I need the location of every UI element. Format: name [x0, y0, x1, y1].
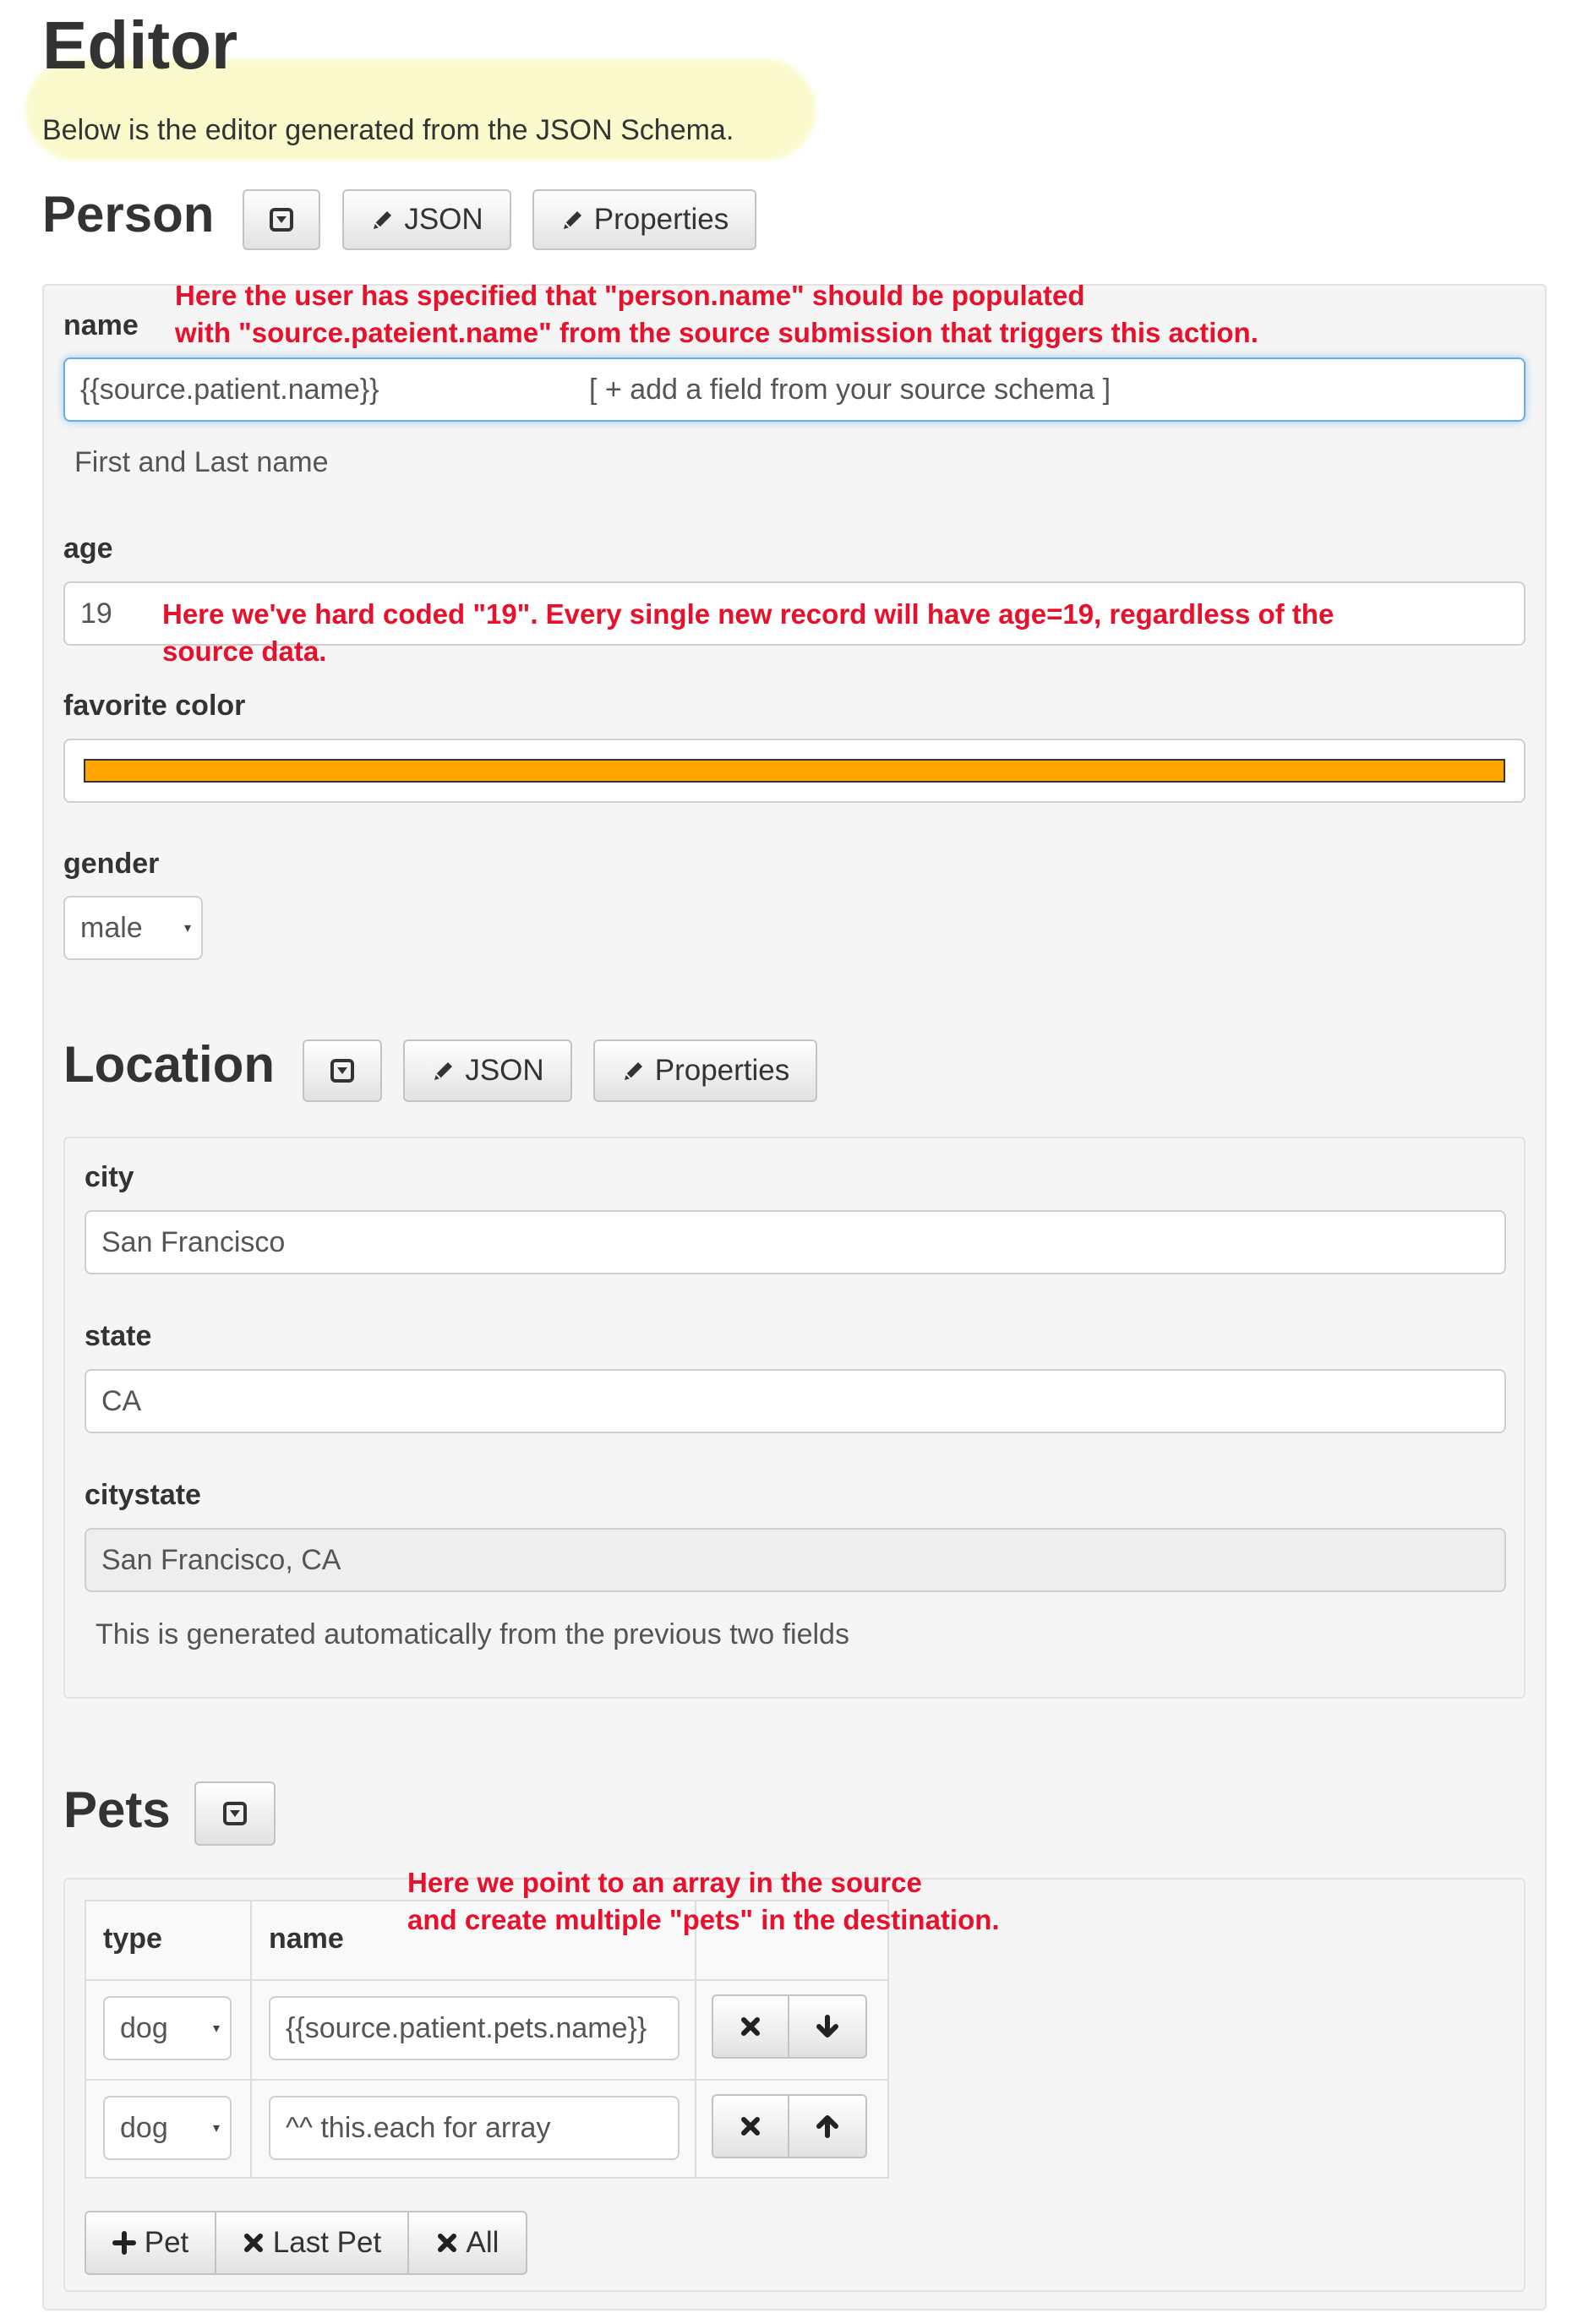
annotation-line: Here we point to an array in the source	[407, 1867, 922, 1898]
gender-value: male	[80, 911, 143, 944]
table-col-divider	[250, 1900, 252, 2179]
pet-type-value: dog	[120, 2111, 168, 2144]
gender-label: gender	[63, 848, 160, 880]
delete-last-pet-label: Last Pet	[272, 2226, 382, 2259]
annotation-line: Here we've hard coded "19". Every single…	[162, 598, 1335, 630]
state-label: state	[85, 1320, 152, 1352]
delete-all-pets-button[interactable]: All	[407, 2211, 527, 2275]
name-value: {{source.patient.name}}	[80, 373, 379, 406]
select-caret-icon: ▾	[212, 2121, 220, 2136]
annotation-line: with "source.pateient.name" from the sou…	[175, 317, 1258, 348]
citystate-help: This is generated automatically from the…	[96, 1618, 849, 1650]
citystate-value: San Francisco, CA	[101, 1543, 341, 1576]
pet-name-value: {{source.patient.pets.name}}	[286, 2011, 647, 2044]
location-collapse-button[interactable]	[303, 1039, 382, 1102]
pet-name-value: ^^ this.each for array	[286, 2111, 551, 2144]
pencil-icon	[563, 211, 581, 229]
city-value: San Francisco	[101, 1225, 286, 1258]
location-properties-label: Properties	[654, 1054, 790, 1087]
add-pet-button[interactable]: Pet	[85, 2211, 216, 2275]
delete-last-pet-button[interactable]: Last Pet	[215, 2211, 409, 2275]
caret-square-down-icon	[270, 208, 293, 232]
column-header-type: type	[103, 1923, 162, 1955]
annotation-line: Here the user has specified that "person…	[175, 280, 1085, 311]
times-icon	[741, 2017, 760, 2036]
person-properties-label: Properties	[593, 203, 729, 236]
select-caret-icon: ▾	[183, 921, 191, 936]
name-help: First and Last name	[74, 446, 329, 478]
arrow-down-icon	[816, 2015, 838, 2038]
pet-name-input[interactable]: ^^ this.each for array	[269, 2096, 680, 2160]
age-value: 19	[80, 597, 112, 630]
pencil-icon	[434, 1062, 453, 1080]
delete-all-pets-label: All	[466, 2226, 499, 2259]
delete-pet-button[interactable]	[712, 1994, 789, 2059]
person-title: Person	[42, 186, 215, 243]
arrow-up-icon	[816, 2115, 838, 2138]
location-title: Location	[63, 1036, 275, 1093]
pencil-icon	[374, 211, 392, 229]
table-row-divider	[85, 1979, 889, 1981]
times-icon	[243, 2234, 263, 2252]
table-row-divider	[85, 2079, 889, 2081]
annotation-line: source data.	[162, 636, 327, 667]
state-input[interactable]: CA	[85, 1369, 1506, 1433]
favorite-color-swatch	[84, 759, 1505, 783]
person-properties-button[interactable]: Properties	[532, 189, 756, 250]
pet-type-value: dog	[120, 2011, 168, 2044]
age-label: age	[63, 532, 113, 565]
add-source-field-link[interactable]: [ + add a field from your source schema …	[589, 374, 1111, 406]
pets-collapse-button[interactable]	[194, 1781, 276, 1846]
pencil-icon	[624, 1062, 642, 1080]
favorite-color-label: favorite color	[63, 690, 246, 722]
name-label: name	[63, 309, 139, 341]
pet-type-select[interactable]: dog ▾	[103, 2096, 232, 2160]
pets-title: Pets	[63, 1781, 171, 1838]
caret-square-down-icon	[330, 1059, 354, 1083]
caret-square-down-icon	[223, 1802, 247, 1825]
pet-type-select[interactable]: dog ▾	[103, 1996, 232, 2060]
person-json-button[interactable]: JSON	[342, 189, 511, 250]
favorite-color-input[interactable]	[63, 739, 1526, 803]
move-pet-up-button[interactable]	[788, 2094, 867, 2158]
plus-icon	[112, 2231, 136, 2255]
location-properties-button[interactable]: Properties	[593, 1039, 817, 1102]
table-col-divider	[695, 1900, 696, 2179]
location-json-label: JSON	[465, 1054, 544, 1087]
citystate-input: San Francisco, CA	[85, 1528, 1506, 1592]
column-header-name: name	[269, 1923, 344, 1955]
annotation-line: and create multiple "pets" in the destin…	[407, 1904, 1000, 1935]
annotation-pets: Here we point to an array in the source …	[407, 1864, 1000, 1939]
citystate-label: citystate	[85, 1479, 201, 1511]
page-lead: Below is the editor generated from the J…	[42, 114, 734, 146]
gender-select[interactable]: male ▾	[63, 896, 203, 960]
pet-name-input[interactable]: {{source.patient.pets.name}}	[269, 1996, 680, 2060]
annotation-age: Here we've hard coded "19". Every single…	[162, 596, 1334, 670]
person-collapse-button[interactable]	[243, 189, 320, 250]
city-input[interactable]: San Francisco	[85, 1210, 1506, 1274]
annotation-name: Here the user has specified that "person…	[175, 277, 1258, 352]
state-value: CA	[101, 1384, 142, 1417]
person-json-label: JSON	[404, 203, 483, 236]
page-title: Editor	[42, 8, 238, 83]
name-input[interactable]: {{source.patient.name}} [ + add a field …	[63, 357, 1526, 422]
delete-pet-button[interactable]	[712, 2094, 789, 2158]
move-pet-down-button[interactable]	[788, 1994, 867, 2059]
select-caret-icon: ▾	[212, 2021, 220, 2036]
add-pet-label: Pet	[144, 2226, 189, 2259]
times-icon	[437, 2234, 456, 2252]
location-json-button[interactable]: JSON	[403, 1039, 572, 1102]
times-icon	[741, 2117, 760, 2136]
city-label: city	[85, 1161, 134, 1193]
